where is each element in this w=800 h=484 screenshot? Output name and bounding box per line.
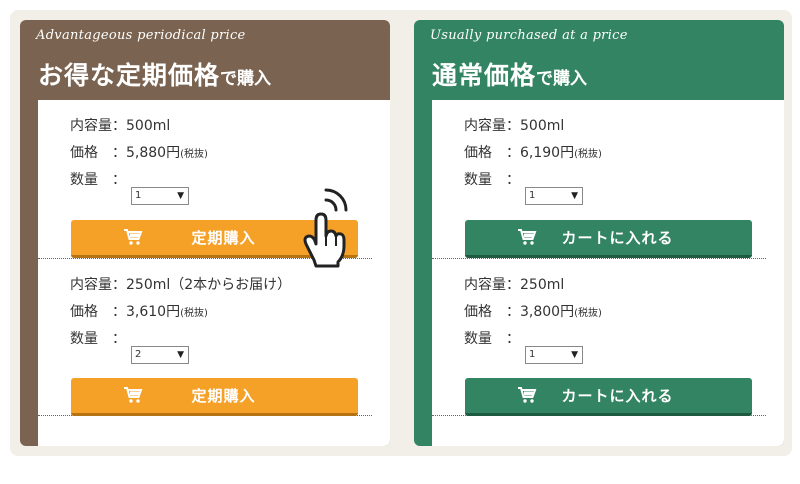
normal-title-suffix: で購入 <box>536 69 588 89</box>
price-row: 価格 ：5,880円(税抜) <box>70 142 208 162</box>
normal-item-500ml: 内容量：500ml 価格 ：6,190円(税抜) 数量 ： 1 ▼ カートに入れ… <box>432 100 766 259</box>
capacity-label: 内容量： <box>70 277 126 293</box>
capacity-label: 内容量： <box>464 118 520 134</box>
button-label: 定期購入 <box>191 387 256 405</box>
capacity-label: 内容量： <box>464 277 520 293</box>
cart-icon <box>517 228 537 250</box>
button-label: カートに入れる <box>561 387 674 405</box>
normal-purchase-panel: Usually purchased at a price 通常価格で購入 内容量… <box>414 20 784 446</box>
quantity-select-value: 1 <box>529 349 536 360</box>
price-label: 価格 ： <box>464 304 520 320</box>
periodic-item-250ml: 内容量：250ml（2本からお届け） 価格 ：3,610円(税抜) 数量 ： 2… <box>38 258 372 416</box>
capacity-row: 内容量：250ml（2本からお届け） <box>70 274 291 294</box>
quantity-row: 数量 ： <box>70 169 126 189</box>
add-to-cart-button[interactable]: カートに入れる <box>465 378 752 416</box>
capacity-label: 内容量： <box>70 118 126 134</box>
quantity-label: 数量 ： <box>70 331 126 347</box>
price-row: 価格 ：6,190円(税抜) <box>464 142 602 162</box>
quantity-row: 数量 ： <box>464 169 520 189</box>
quantity-label: 数量 ： <box>464 331 520 347</box>
price-value: 3,610円 <box>126 304 181 320</box>
price-value: 3,800円 <box>520 304 575 320</box>
quantity-select[interactable]: 1 ▼ <box>525 346 583 364</box>
periodic-title: お得な定期価格で購入 <box>38 56 271 92</box>
normal-script-title: Usually purchased at a price <box>430 28 628 43</box>
quantity-select[interactable]: 2 ▼ <box>131 346 189 364</box>
capacity-value: 500ml <box>520 118 565 134</box>
normal-title: 通常価格で購入 <box>432 56 587 92</box>
price-label: 価格 ： <box>464 145 520 161</box>
quantity-select-value: 2 <box>135 349 142 360</box>
capacity-value: 500ml <box>126 118 171 134</box>
quantity-label: 数量 ： <box>70 172 126 188</box>
quantity-select-value: 1 <box>135 190 142 201</box>
capacity-value: 250ml <box>520 277 565 293</box>
capacity-row: 内容量：500ml <box>70 115 170 135</box>
normal-title-main: 通常価格 <box>432 61 537 90</box>
chevron-down-icon: ▼ <box>177 191 184 201</box>
cart-icon <box>517 386 537 408</box>
periodic-title-main: お得な定期価格 <box>38 61 221 90</box>
normal-item-250ml: 内容量：250ml 価格 ：3,800円(税抜) 数量 ： 1 ▼ カートに入れ… <box>432 258 766 416</box>
periodic-script-title: Advantageous periodical price <box>36 28 246 43</box>
price-label: 価格 ： <box>70 304 126 320</box>
pointer-hand-icon <box>296 186 352 276</box>
button-label: 定期購入 <box>191 229 256 247</box>
capacity-row: 内容量：500ml <box>464 115 564 135</box>
periodic-purchase-button[interactable]: 定期購入 <box>71 378 358 416</box>
tax-note: (税抜) <box>180 149 208 160</box>
capacity-row: 内容量：250ml <box>464 274 564 294</box>
tax-note: (税抜) <box>574 149 602 160</box>
price-row: 価格 ：3,800円(税抜) <box>464 301 602 321</box>
capacity-value: 250ml（2本からお届け） <box>126 277 292 293</box>
quantity-label: 数量 ： <box>464 172 520 188</box>
quantity-row: 数量 ： <box>464 328 520 348</box>
tax-note: (税抜) <box>180 308 208 319</box>
tax-note: (税抜) <box>574 308 602 319</box>
cart-icon <box>123 228 143 250</box>
quantity-select[interactable]: 1 ▼ <box>131 187 189 205</box>
add-to-cart-button[interactable]: カートに入れる <box>465 220 752 258</box>
cart-icon <box>123 386 143 408</box>
chevron-down-icon: ▼ <box>177 350 184 360</box>
quantity-select[interactable]: 1 ▼ <box>525 187 583 205</box>
normal-content: 内容量：500ml 価格 ：6,190円(税抜) 数量 ： 1 ▼ カートに入れ… <box>432 100 784 446</box>
button-label: カートに入れる <box>561 229 674 247</box>
quantity-row: 数量 ： <box>70 328 126 348</box>
price-value: 6,190円 <box>520 145 575 161</box>
chevron-down-icon: ▼ <box>571 191 578 201</box>
chevron-down-icon: ▼ <box>571 350 578 360</box>
price-label: 価格 ： <box>70 145 126 161</box>
price-value: 5,880円 <box>126 145 181 161</box>
price-row: 価格 ：3,610円(税抜) <box>70 301 208 321</box>
periodic-title-suffix: で購入 <box>220 69 272 89</box>
quantity-select-value: 1 <box>529 190 536 201</box>
pricing-container: Advantageous periodical price お得な定期価格で購入… <box>10 10 792 456</box>
